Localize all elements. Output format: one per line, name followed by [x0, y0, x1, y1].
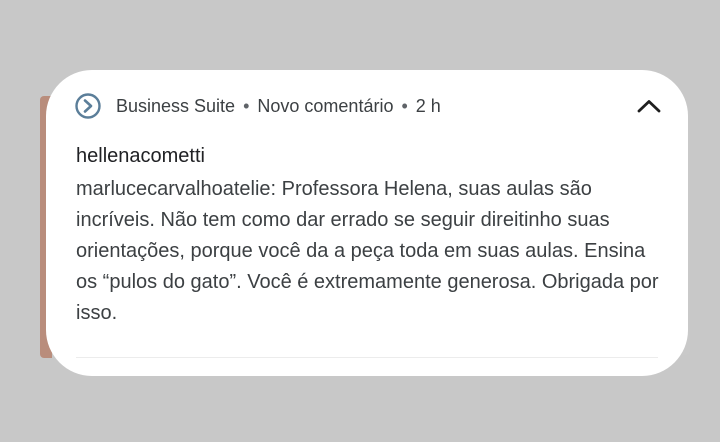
- separator-dot: •: [401, 95, 408, 116]
- notification-card[interactable]: Business Suite • Novo comentário • 2 h h…: [46, 70, 688, 376]
- collapse-button[interactable]: [634, 91, 664, 121]
- business-suite-icon: [75, 93, 101, 119]
- notification-title: hellenacometti: [76, 145, 205, 167]
- chevron-up-icon: [637, 100, 661, 113]
- notification-category: Novo comentário: [257, 95, 394, 116]
- app-name: Business Suite: [116, 95, 236, 116]
- notification-meta: Business Suite • Novo comentário • 2 h: [116, 96, 441, 117]
- separator-dot: •: [243, 95, 250, 116]
- notification-time: 2 h: [415, 95, 441, 116]
- notification-header: Business Suite • Novo comentário • 2 h: [74, 90, 664, 122]
- notification-body: marlucecarvalhoatelie: Professora Helena…: [76, 178, 659, 324]
- divider: [76, 357, 658, 358]
